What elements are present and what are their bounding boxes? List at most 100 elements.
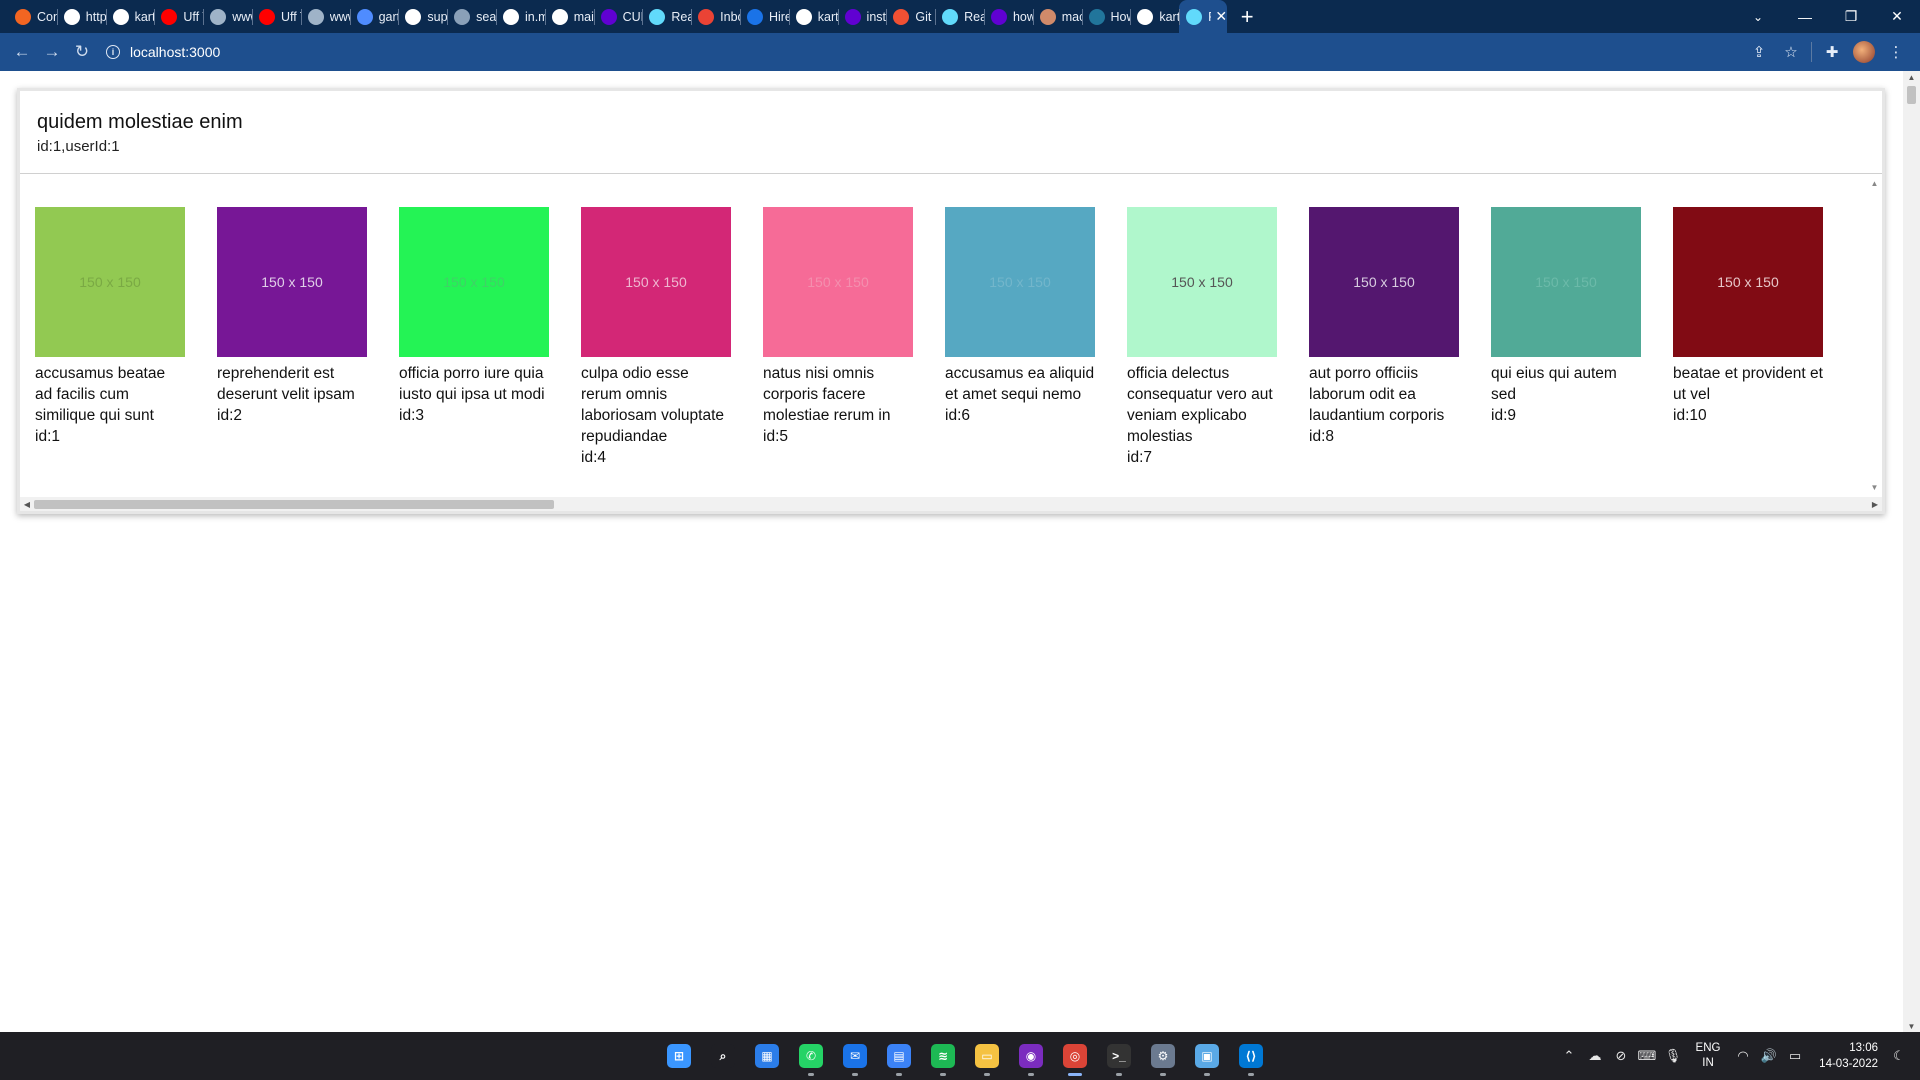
photo-thumbnail[interactable]: 150 x 150 [1127,207,1277,357]
site-info-icon[interactable]: i [106,45,120,59]
browser-tab[interactable]: sear [447,0,496,33]
browser-tab[interactable]: karti [788,0,838,33]
page-scroll-up-arrow-icon[interactable]: ▲ [1903,71,1920,83]
spotify-icon: ≋ [931,1044,955,1068]
taskbar-app[interactable]: ▣ [1185,1034,1229,1078]
wifi-icon[interactable]: ◠ [1730,1048,1756,1064]
photo-thumbnail[interactable]: 150 x 150 [1309,207,1459,357]
scroll-down-arrow-icon[interactable]: ▼ [1867,481,1882,493]
language-indicator[interactable]: ENG IN [1686,1041,1730,1071]
browser-tab[interactable]: supp [398,0,447,33]
reload-icon[interactable]: ↻ [68,38,96,66]
browser-tab[interactable]: gart [349,0,398,33]
clock[interactable]: 13:06 14-03-2022 [1808,1040,1878,1072]
browser-tab[interactable]: CUR: [593,0,642,33]
page-scroll-thumb[interactable] [1907,86,1916,104]
post-card: quidem molestiae enim id:1,userId:1 150 … [17,88,1885,514]
browser-tab[interactable]: mac [1032,0,1082,33]
address-bar[interactable]: i localhost:3000 [106,39,220,65]
horizontal-scroll-thumb[interactable] [34,500,554,509]
battery-icon[interactable]: ▭ [1782,1048,1808,1064]
back-arrow-icon[interactable]: ← [8,38,36,66]
taskbar-app[interactable]: ⊞ [657,1034,701,1078]
browser-tab[interactable]: Hire [739,0,789,33]
taskbar-app[interactable]: ◎ [1053,1034,1097,1078]
page-vertical-scrollbar[interactable]: ▲ ▼ [1903,71,1920,1032]
browser-tab[interactable]: www. [300,0,350,33]
scroll-left-arrow-icon[interactable]: ◀ [20,497,34,511]
photo-thumbnail[interactable]: 150 x 150 [1491,207,1641,357]
scroll-right-arrow-icon[interactable]: ▶ [1868,497,1882,511]
browser-tab[interactable]: karti [105,0,154,33]
share-icon[interactable]: ⇪ [1743,36,1775,68]
scroll-up-arrow-icon[interactable]: ▲ [1867,177,1882,189]
close-tab-icon[interactable]: ✕ [1215,8,1227,25]
browser-tab[interactable]: Inbo [691,0,740,33]
photo-thumbnail[interactable]: 150 x 150 [581,207,731,357]
taskbar-app[interactable]: >_ [1097,1034,1141,1078]
photos-scroll-area[interactable]: 150 x 150 accusamus beatae ad facilis cum… [20,175,1882,511]
browser-tab[interactable]: insta [837,0,886,33]
microphone-icon[interactable]: 🎙 [1660,1048,1686,1064]
browser-tab[interactable]: Git - [886,0,935,33]
taskbar-app[interactable]: ⌕ [701,1034,745,1078]
browser-tab[interactable]: mail. [544,0,594,33]
keyboard-icon[interactable]: ⌨ [1634,1048,1660,1064]
photos-horizontal-scrollbar[interactable]: ◀ ▶ [20,497,1882,511]
youtube-icon [161,8,178,25]
photo-thumbnail[interactable]: 150 x 150 [1673,207,1823,357]
close-window-icon[interactable]: ✕ [1874,0,1920,33]
minimize-icon[interactable]: — [1782,0,1828,33]
onedrive-cloud-icon[interactable]: ☁ [1582,1048,1608,1064]
photo-thumbnail[interactable]: 150 x 150 [399,207,549,357]
notifications-icon[interactable]: ☾ [1886,1048,1912,1064]
volume-icon[interactable]: 🔊 [1756,1048,1782,1064]
browser-tab[interactable]: in.m [495,0,545,33]
photo-thumbnail[interactable]: 150 x 150 [217,207,367,357]
running-indicator [1204,1073,1210,1076]
taskbar-app[interactable]: ≋ [921,1034,965,1078]
taskbar-app[interactable]: ⚙ [1141,1034,1185,1078]
podcast-icon: ◉ [1019,1044,1043,1068]
running-indicator [1116,1073,1122,1076]
taskbar-app[interactable]: ▭ [965,1034,1009,1078]
photo-thumbnail[interactable]: 150 x 150 [35,207,185,357]
photo-thumbnail[interactable]: 150 x 150 [763,207,913,357]
show-hidden-icons-chevron-icon[interactable]: ⌃ [1556,1048,1582,1064]
linkedin-icon [210,8,227,25]
meet-now-icon[interactable]: ⊘ [1608,1048,1634,1064]
taskbar-app[interactable]: ▦ [745,1034,789,1078]
profile-avatar[interactable] [1848,36,1880,68]
photo-thumbnail[interactable]: 150 x 150 [945,207,1095,357]
browser-tab[interactable]: R✕ [1179,0,1228,33]
browser-tab[interactable]: How [1081,0,1130,33]
forward-arrow-icon[interactable]: → [38,38,66,66]
menu-kebab-icon[interactable]: ⋮ [1880,36,1912,68]
browser-tab[interactable]: karti [1130,0,1179,33]
browser-tab[interactable]: www. [203,0,252,33]
bookmark-star-icon[interactable]: ☆ [1775,36,1807,68]
photo-id: id:10 [1673,407,1707,424]
thumbnail-size-label: 150 x 150 [989,274,1051,290]
browser-tab[interactable]: Reac [642,0,691,33]
browser-tab[interactable]: Uff T [251,0,301,33]
browser-tab[interactable]: how [983,0,1033,33]
photos-vertical-scrollbar[interactable]: ▲ ▼ [1867,175,1882,495]
browser-tab[interactable]: Reac [935,0,984,33]
page-scroll-down-arrow-icon[interactable]: ▼ [1903,1020,1920,1032]
restore-icon[interactable]: ❐ [1828,0,1874,33]
windows-start-icon: ⊞ [667,1044,691,1068]
browser-tab[interactable]: http: [56,0,106,33]
post-meta: id:1,userId:1 [37,138,120,155]
taskbar-app[interactable]: ▤ [877,1034,921,1078]
taskbar-app[interactable]: ✉ [833,1034,877,1078]
taskbar-app[interactable]: ⟨⟩ [1229,1034,1273,1078]
photo-item: 150 x 150 culpa odio esse rerum omnis lab… [581,207,731,468]
taskbar-app[interactable]: ◉ [1009,1034,1053,1078]
new-tab-button[interactable]: + [1231,0,1263,33]
extensions-puzzle-icon[interactable]: ✚ [1816,36,1848,68]
browser-tab[interactable]: Cons [8,0,57,33]
browser-tab[interactable]: Uff T [154,0,203,33]
tab-search-chevron-icon[interactable]: ⌄ [1740,0,1776,33]
taskbar-app[interactable]: ✆ [789,1034,833,1078]
